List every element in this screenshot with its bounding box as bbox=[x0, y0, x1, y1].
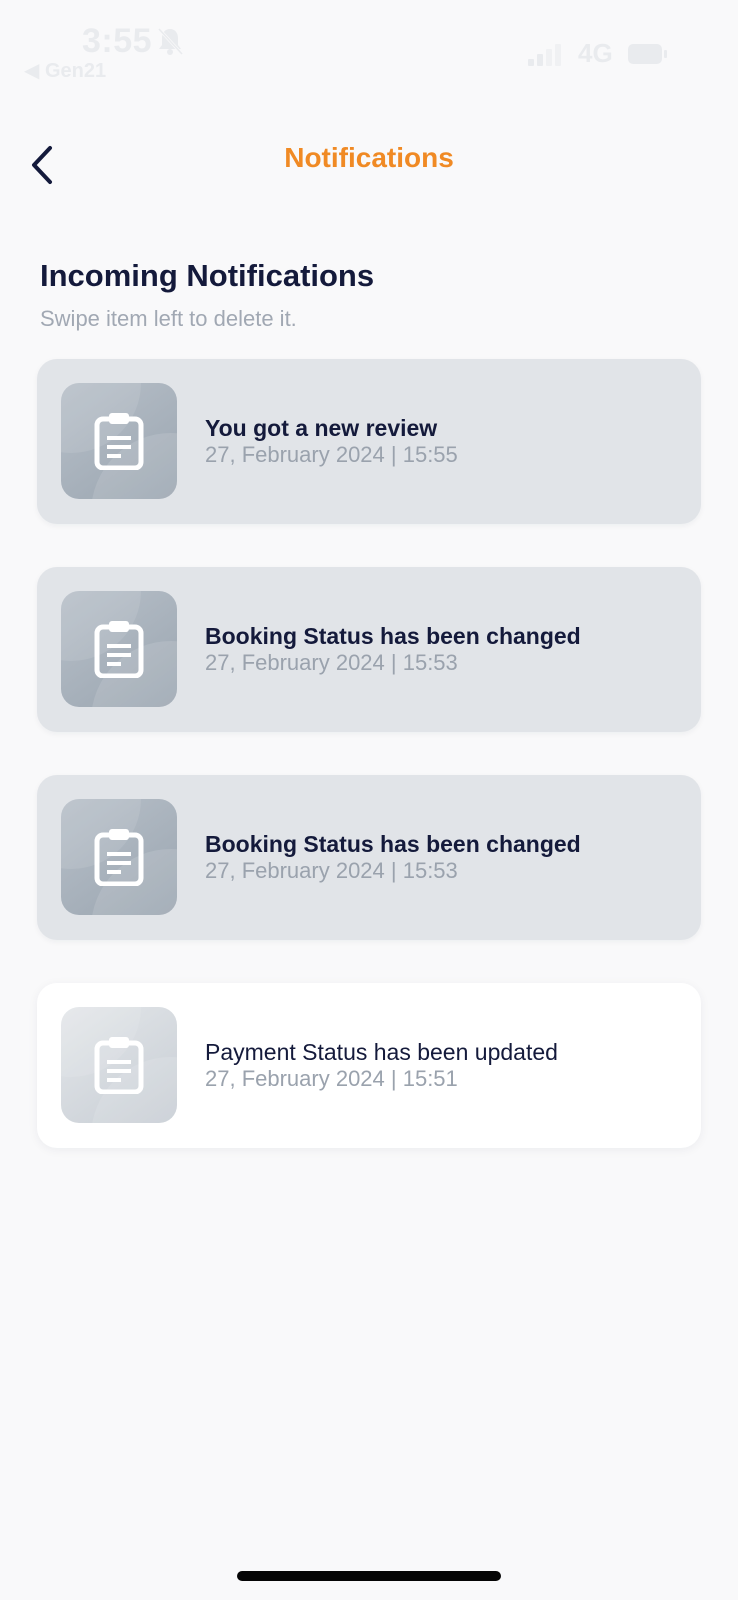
bell-slash-icon bbox=[157, 27, 184, 56]
status-back-app[interactable]: ◀ Gen21 bbox=[24, 58, 106, 83]
notification-title: Payment Status has been updated bbox=[205, 1039, 558, 1065]
notification-title: You got a new review bbox=[205, 415, 438, 441]
page-title: Notifications bbox=[284, 142, 454, 173]
notification-time: 27, February 2024 | 15:55 bbox=[205, 442, 458, 467]
status-bar: 3:55 ◀ Gen21 4G bbox=[0, 0, 738, 90]
notification-item[interactable]: Booking Status has been changed 27, Febr… bbox=[37, 567, 701, 732]
notification-title: Booking Status has been changed bbox=[205, 623, 581, 649]
signal-icon bbox=[528, 44, 561, 66]
notification-thumbnail bbox=[61, 591, 177, 707]
clipboard-icon bbox=[94, 621, 144, 678]
network-type: 4G bbox=[578, 38, 613, 68]
notification-list: You got a new review 27, February 2024 |… bbox=[37, 359, 701, 1191]
notification-time: 27, February 2024 | 15:53 bbox=[205, 650, 458, 675]
notification-thumbnail bbox=[61, 799, 177, 915]
home-indicator[interactable] bbox=[237, 1571, 501, 1581]
notification-item[interactable]: You got a new review 27, February 2024 |… bbox=[37, 359, 701, 524]
battery-icon bbox=[628, 44, 667, 64]
clipboard-icon bbox=[94, 829, 144, 886]
clipboard-icon bbox=[94, 413, 144, 470]
section-hint: Swipe item left to delete it. bbox=[40, 306, 297, 331]
status-time: 3:55 bbox=[82, 22, 153, 60]
notification-thumbnail bbox=[61, 383, 177, 499]
notification-title: Booking Status has been changed bbox=[205, 831, 581, 857]
notification-time: 27, February 2024 | 15:53 bbox=[205, 858, 458, 883]
clipboard-icon bbox=[94, 1037, 144, 1094]
notification-item[interactable]: Payment Status has been updated 27, Febr… bbox=[37, 983, 701, 1148]
notification-thumbnail bbox=[61, 1007, 177, 1123]
notification-item[interactable]: Booking Status has been changed 27, Febr… bbox=[37, 775, 701, 940]
section-title: Incoming Notifications bbox=[40, 258, 375, 293]
notifications-screen: 3:55 ◀ Gen21 4G Notifications Incoming N… bbox=[0, 0, 738, 1600]
notification-time: 27, February 2024 | 15:51 bbox=[205, 1066, 458, 1091]
